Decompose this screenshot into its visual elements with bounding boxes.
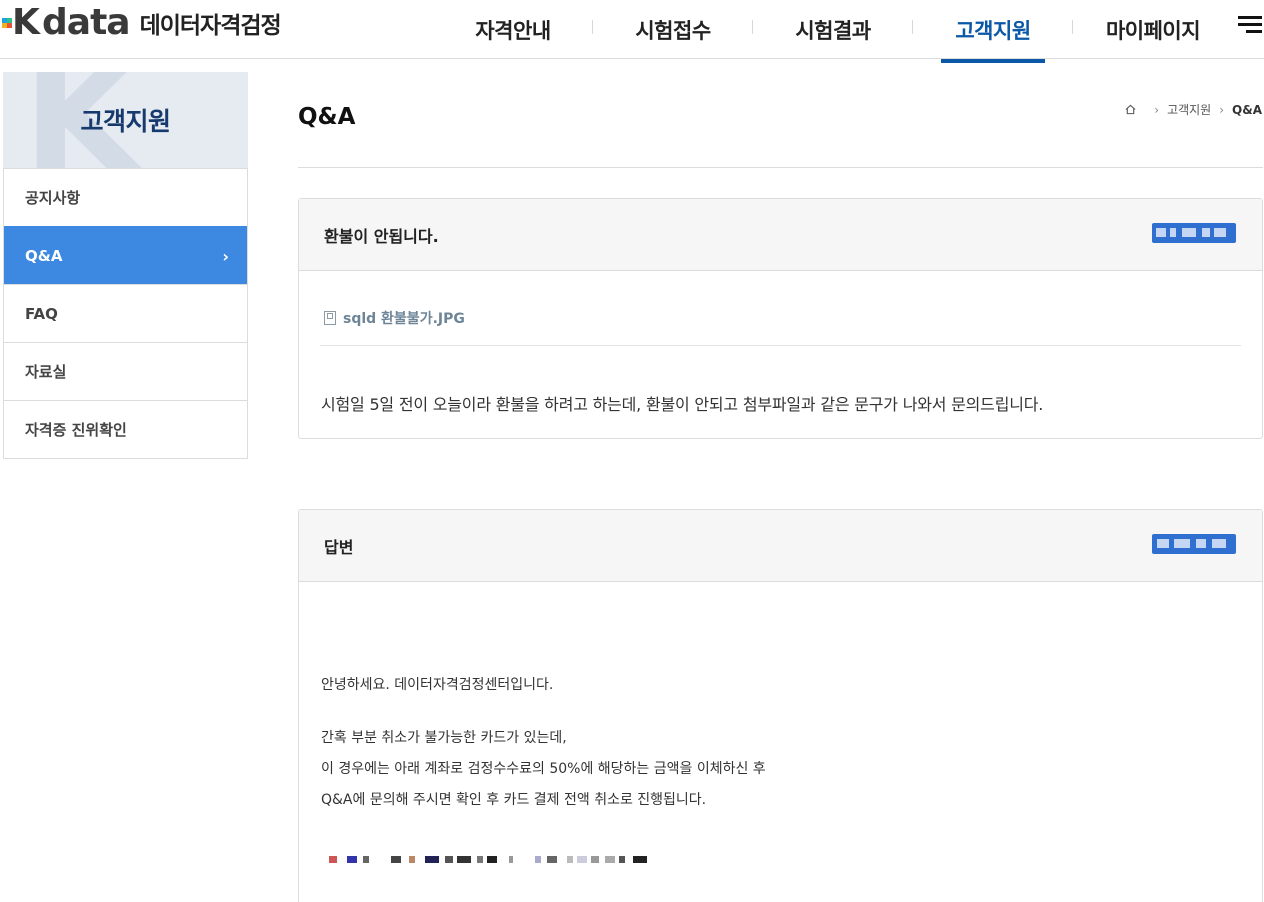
- main-navigation: 자격안내 시험접수 시험결과 고객지원 마이페이지: [433, 0, 1233, 63]
- sidebar-item-label: 자격증 진위확인: [25, 421, 127, 439]
- nav-label: 마이페이지: [1105, 18, 1201, 43]
- logo-korean-name: 데이터자격검정: [139, 13, 282, 39]
- question-card: 환불이 안됩니다. sqld 환불불가.JPG 시험일 5일 전이 오늘이라 환…: [298, 198, 1263, 439]
- sidebar-item-qna[interactable]: Q&A ›: [4, 226, 247, 284]
- answer-line: Q&A에 문의해 주시면 확인 후 카드 결제 전액 취소로 진행됩니다.: [321, 792, 707, 808]
- nav-label: 시험접수: [635, 18, 711, 43]
- sidebar-item-faq[interactable]: FAQ: [4, 284, 247, 342]
- chevron-right-icon: ›: [222, 247, 229, 266]
- site-logo[interactable]: K data 데이터자격검정: [0, 2, 282, 43]
- logo-word: data: [42, 2, 131, 43]
- question-body: 시험일 5일 전이 오늘이라 환불을 하려고 하는데, 환불이 안되고 첨부파일…: [321, 395, 1044, 414]
- logo-mark: K: [0, 2, 46, 43]
- attachment-link[interactable]: sqld 환불불가.JPG: [324, 308, 465, 328]
- answer-body: 안녕하세요. 데이터자격검정센터입니다. 간혹 부분 취소가 불가능한 카드가 …: [321, 670, 766, 816]
- question-title: 환불이 안됩니다.: [324, 226, 439, 246]
- nav-label: 고객지원: [955, 18, 1031, 43]
- answer-card: 답변 안녕하세요. 데이터자격검정센터입니다. 간혹 부분 취소가 불가능한 카…: [298, 509, 1263, 902]
- file-icon: [324, 311, 336, 325]
- answer-title: 답변: [324, 537, 354, 557]
- sidebar-item-label: Q&A: [25, 246, 63, 265]
- nav-label: 자격안내: [475, 18, 551, 43]
- answer-header: 답변: [299, 510, 1262, 582]
- breadcrumb: › 고객지원 › Q&A: [1125, 101, 1262, 118]
- home-icon[interactable]: [1125, 104, 1136, 115]
- breadcrumb-current: Q&A: [1232, 102, 1262, 117]
- sidebar-item-certificate-verification[interactable]: 자격증 진위확인: [4, 400, 247, 458]
- sidebar-item-notice[interactable]: 공지사항: [4, 168, 247, 226]
- redacted-author-info: [1152, 223, 1236, 243]
- breadcrumb-separator-icon: ›: [1154, 102, 1160, 117]
- answer-line: 안녕하세요. 데이터자격검정센터입니다.: [321, 677, 554, 693]
- sidebar-item-label: 공지사항: [25, 189, 81, 207]
- hamburger-icon[interactable]: [1238, 16, 1262, 34]
- logo-dots-icon: [2, 18, 12, 28]
- nav-item-my-page[interactable]: 마이페이지: [1073, 0, 1233, 59]
- title-divider: [298, 167, 1263, 168]
- breadcrumb-item[interactable]: 고객지원: [1167, 101, 1211, 118]
- redacted-account-info: [329, 853, 659, 867]
- attachment-filename: sqld 환불불가.JPG: [343, 311, 465, 327]
- sidebar-item-label: FAQ: [25, 304, 58, 323]
- sidebar-header: K 고객지원: [3, 72, 248, 168]
- sidebar-menu: 공지사항 Q&A › FAQ 자료실 자격증 진위확인: [3, 168, 248, 459]
- question-header: 환불이 안됩니다.: [299, 199, 1262, 271]
- site-header: K data 데이터자격검정 자격안내 시험접수 시험결과 고객지원 마이페이지: [0, 0, 1264, 63]
- nav-item-qualification-info[interactable]: 자격안내: [433, 0, 593, 59]
- question-divider: [320, 345, 1241, 346]
- sidebar-item-library[interactable]: 자료실: [4, 342, 247, 400]
- answer-line: 이 경우에는 아래 계좌로 검정수수료의 50%에 해당하는 금액을 이체하신 …: [321, 761, 766, 777]
- page-title: Q&A: [298, 104, 356, 130]
- nav-item-exam-results[interactable]: 시험결과: [753, 0, 913, 59]
- nav-item-customer-support[interactable]: 고객지원: [913, 0, 1073, 63]
- sidebar-title: 고객지원: [80, 107, 171, 136]
- nav-label: 시험결과: [795, 18, 871, 43]
- answer-line: 간혹 부분 취소가 불가능한 카드가 있는데,: [321, 730, 567, 746]
- sidebar-item-label: 자료실: [25, 363, 67, 381]
- redacted-answer-date: [1152, 534, 1236, 554]
- logo-k-letter: K: [12, 2, 40, 43]
- nav-item-exam-registration[interactable]: 시험접수: [593, 0, 753, 59]
- breadcrumb-separator-icon: ›: [1219, 102, 1225, 117]
